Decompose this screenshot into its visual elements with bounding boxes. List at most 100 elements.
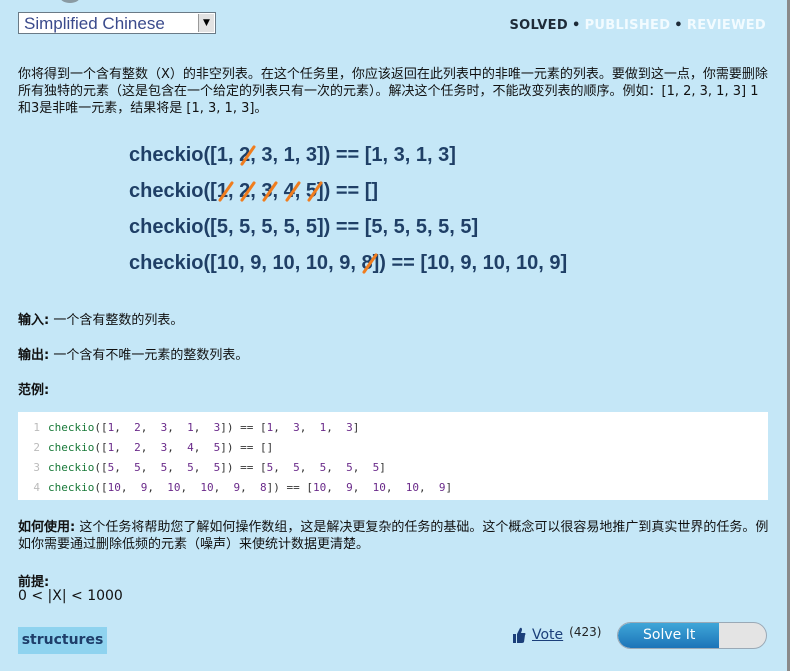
code-punct: , [213, 481, 234, 494]
example-number: 10 [305, 252, 329, 274]
code-punct: ] [266, 441, 274, 454]
code-punct: , [273, 461, 294, 474]
code-number: 5 [346, 461, 353, 474]
example-number: 9 [339, 252, 351, 274]
code-punct: , [147, 481, 168, 494]
example-number: 5 [283, 216, 295, 238]
illustration-examples: checkio([1, 2, 3, 1, 3]) == [1, 3, 1, 3]… [129, 142, 567, 286]
tag-structures[interactable]: structures [18, 627, 107, 654]
output-section: 输出: 一个含有不唯一元素的整数列表。 [18, 344, 248, 363]
code-punct: , [120, 481, 141, 494]
code-example-box[interactable]: 1 checkio([1, 2, 3, 1, 3]) == [1, 3, 1, 3… [18, 412, 768, 500]
code-function: checkio [48, 461, 95, 474]
line-number: 2 [33, 441, 40, 454]
code-punct: , [352, 481, 373, 494]
example-label: 范例: [18, 383, 50, 398]
code-line: 2 checkio([1, 2, 3, 4, 5]) == [] [18, 438, 768, 458]
code-number: 5 [134, 461, 141, 474]
example-number: 5 [216, 216, 228, 238]
how-to-use-text: 这个任务将帮助您了解如何操作数组，这是解决更复杂的任务的基础。这个概念可以很容易… [18, 520, 769, 552]
code-function: checkio [48, 441, 95, 454]
task-description: 你将得到一个含有整数（X）的非空列表。在这个任务里，你应该返回在此列表中的非唯一… [18, 67, 768, 116]
code-number: 2 [134, 421, 141, 434]
status-bar: SOLVED • PUBLISHED • REVIEWED [510, 18, 767, 33]
code-punct: , [326, 481, 347, 494]
code-number: 3 [293, 421, 300, 434]
code-line: 1 checkio([1, 2, 3, 1, 3]) == [1, 3, 1, 3… [18, 418, 768, 438]
example-number: 5 [305, 216, 317, 238]
code-punct: ]) == [ [220, 441, 267, 454]
example-section: 范例: [18, 379, 49, 398]
input-section: 输入: 一个含有整数的列表。 [18, 309, 183, 328]
precondition-text: 0 < |X| < 1000 [18, 588, 123, 604]
example-number-struck: 2 [239, 180, 251, 202]
code-function: checkio [48, 421, 95, 434]
example-number: 5 [239, 216, 251, 238]
line-number: 1 [33, 421, 40, 434]
example-number: 5 [261, 216, 273, 238]
code-number: 3 [346, 421, 353, 434]
code-punct: , [114, 441, 135, 454]
status-solved[interactable]: SOLVED [510, 18, 568, 33]
example-number: 1 [216, 144, 228, 166]
code-punct: , [167, 441, 188, 454]
code-punct: , [240, 481, 260, 494]
output-text: 一个含有不唯一元素的整数列表。 [53, 348, 249, 363]
code-punct: , [273, 421, 294, 434]
thumbs-up-icon[interactable] [512, 626, 526, 644]
code-number: 2 [134, 441, 141, 454]
example-number: 3 [261, 144, 273, 166]
code-punct: , [140, 461, 161, 474]
example-number: 10 [272, 252, 295, 274]
vote-link[interactable]: Vote [532, 627, 563, 643]
code-punct: , [167, 461, 188, 474]
code-punct: ]) == [ [220, 421, 267, 434]
code-number: 9 [346, 481, 353, 494]
status-reviewed[interactable]: REVIEWED [687, 18, 766, 33]
example-line: checkio([5, 5, 5, 5, 5]) == [5, 5, 5, 5,… [129, 216, 479, 238]
code-punct: , [418, 481, 439, 494]
code-lines: 1 checkio([1, 2, 3, 1, 3]) == [1, 3, 1, 3… [18, 418, 768, 498]
code-punct: , [326, 421, 347, 434]
example-line: checkio([1, 2, 3, 1, 3]) == [1, 3, 1, 3] [129, 144, 456, 166]
example-number-struck: 2 [239, 144, 251, 166]
example-number: 10 [216, 252, 240, 274]
example-number-struck: 3 [261, 180, 273, 202]
code-number: 10 [107, 481, 121, 494]
example-number-struck: 8 [361, 252, 373, 274]
code-punct: ([ [94, 421, 108, 434]
code-punct: , [140, 441, 161, 454]
code-punct: ] [445, 481, 453, 494]
code-punct: ([ [94, 461, 108, 474]
language-select[interactable]: Simplified Chinese ▼ [18, 12, 216, 34]
code-number: 5 [187, 461, 194, 474]
vote-count: (423) [569, 625, 602, 639]
example-result: [10, 9, 10, 10, 9] [420, 252, 568, 274]
code-punct: , [114, 461, 135, 474]
example-number: 9 [250, 252, 262, 274]
vote-widget: Vote (423) [512, 625, 602, 644]
input-text: 一个含有整数的列表。 [53, 313, 184, 328]
code-punct: , [193, 461, 214, 474]
code-punct: ([ [94, 441, 108, 454]
code-punct: ([ [94, 481, 108, 494]
code-number: 8 [259, 481, 267, 494]
code-line: 4 checkio([10, 9, 10, 10, 9, 8]) == [10, … [18, 478, 768, 498]
code-punct: , [299, 421, 320, 434]
code-punct: ] [379, 461, 386, 474]
chevron-down-icon[interactable]: ▼ [198, 14, 214, 32]
code-number: 10 [405, 481, 419, 494]
example-result: [5, 5, 5, 5, 5] [364, 216, 479, 238]
example-number-struck: 5 [305, 180, 317, 202]
status-published[interactable]: PUBLISHED [585, 18, 671, 33]
example-number-struck: 1 [216, 180, 228, 202]
how-to-use-section: 如何使用: 这个任务将帮助您了解如何操作数组，这是解决更复杂的任务的基础。这个概… [18, 519, 770, 553]
example-number: 3 [305, 144, 317, 166]
solve-it-button[interactable]: Solve It [617, 622, 767, 649]
status-separator: • [674, 18, 683, 33]
code-line: 3 checkio([5, 5, 5, 5, 5]) == [5, 5, 5, 5… [18, 458, 768, 478]
example-result: [] [364, 180, 379, 202]
code-punct: ]) == [ [220, 461, 267, 474]
code-number: 10 [312, 481, 327, 494]
line-number: 4 [33, 481, 40, 494]
